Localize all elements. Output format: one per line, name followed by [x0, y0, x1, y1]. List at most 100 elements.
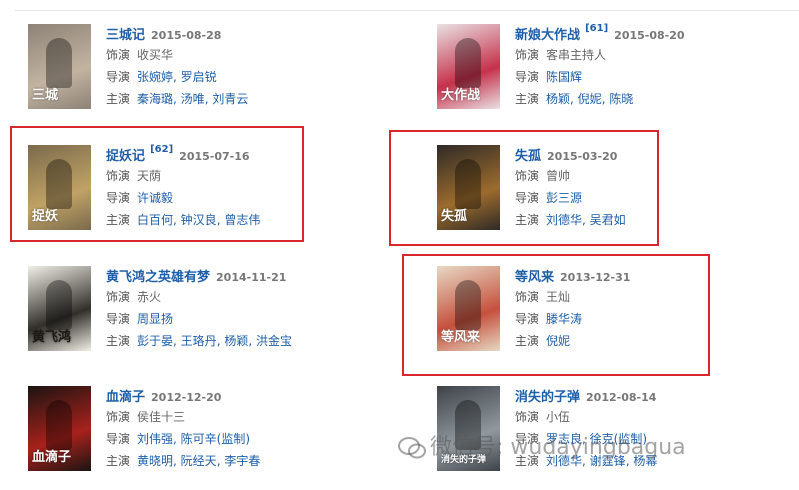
role-label: 饰演 [515, 410, 540, 424]
film-poster[interactable]: 大作战 [437, 24, 500, 109]
watermark-text: 微信号: wudayingbagua [430, 435, 686, 460]
role-label: 饰演 [515, 48, 540, 62]
poster-title-text: 大作战 [441, 88, 481, 103]
cast-label: 主演 [106, 92, 131, 106]
cast-link[interactable]: 洪金宝 [256, 334, 292, 348]
film-poster[interactable]: 黄飞鸿 [28, 266, 91, 351]
director-row: 导演 周显扬 [106, 308, 388, 330]
role-value: 小伍 [546, 410, 571, 424]
film-title-link[interactable]: 三城记 [106, 28, 145, 43]
role-label: 饰演 [106, 410, 131, 424]
film-title-link[interactable]: 黄飞鸿之英雄有梦 [106, 270, 210, 285]
poster-figure [455, 38, 481, 88]
film-poster[interactable]: 三城 [28, 24, 91, 109]
film-title-link[interactable]: 消失的子弹 [515, 390, 580, 405]
film-info: 血滴子 2012-12-20 饰演 侯佳十三 导演 刘伟强, 陈可辛(监制) 主演 黄晓明, … [106, 386, 388, 472]
watermark: 微信号: wudayingbagua [398, 430, 798, 466]
film-heading: 消失的子弹 2012-08-14 [515, 386, 797, 406]
cast-row: 主演 秦海璐, 汤唯, 刘青云 [106, 88, 388, 110]
director-link[interactable]: 张婉婷 [137, 70, 173, 84]
director-label: 导演 [106, 432, 131, 446]
poster-title-text: 黄飞鸿 [32, 330, 72, 345]
film-info: 新娘大作战 [61]2015-08-20 饰演 客串主持人 导演 陈国辉 主演 杨颖, 倪妮… [515, 23, 797, 110]
cast-label: 主演 [106, 454, 131, 468]
cast-link[interactable]: 王珞丹 [181, 334, 217, 348]
poster-title-text: 三城 [32, 88, 59, 103]
role-label: 饰演 [106, 290, 131, 304]
cast-row: 主演 彭于晏, 王珞丹, 杨颖, 洪金宝 [106, 330, 388, 352]
name-separator: , [173, 432, 181, 446]
role-row: 饰演 赤火 [106, 286, 388, 308]
poster-title-text: 血滴子 [32, 450, 72, 465]
cast-row: 主演 杨颖, 倪妮, 陈晓 [515, 88, 797, 110]
film-title-link[interactable]: 新娘大作战 [515, 28, 580, 43]
film-title-link[interactable]: 血滴子 [106, 390, 145, 405]
name-separator: , [173, 70, 181, 84]
poster-figure [46, 38, 72, 88]
film-entry: 大作战 新娘大作战 [61]2015-08-20 饰演 客串主持人 导演 陈国辉 主演 杨颖,… [437, 23, 797, 114]
cast-link[interactable]: 李宇春 [224, 454, 260, 468]
cast-link[interactable]: 秦海璐 [137, 92, 173, 106]
film-heading: 三城记 2015-08-28 [106, 24, 388, 44]
highlight-box [10, 126, 304, 242]
highlight-box [389, 130, 659, 246]
director-link[interactable]: 罗启锐 [181, 70, 217, 84]
director-link[interactable]: 刘伟强 [137, 432, 173, 446]
poster-figure [46, 400, 72, 450]
film-poster[interactable]: 血滴子 [28, 386, 91, 471]
film-info: 黄飞鸿之英雄有梦 2014-11-21 饰演 赤火 导演 周显扬 主演 彭于晏, 王珞丹, 杨… [106, 266, 388, 352]
role-value: 侯佳十三 [137, 410, 186, 424]
director-label: 导演 [106, 70, 131, 84]
name-separator: , [173, 454, 181, 468]
release-date: 2015-08-20 [614, 29, 685, 42]
director-label: 导演 [106, 312, 131, 326]
rating-badge[interactable]: [61] [585, 23, 608, 34]
film-entry: 三城 三城记 2015-08-28 饰演 收买华 导演 张婉婷, 罗启锐 主演 秦海璐, 汤唯,… [28, 24, 388, 114]
cast-link[interactable]: 汤唯 [181, 92, 205, 106]
role-label: 饰演 [106, 48, 131, 62]
film-heading: 黄飞鸿之英雄有梦 2014-11-21 [106, 266, 388, 286]
cast-link[interactable]: 杨颖 [546, 92, 570, 106]
role-row: 饰演 小伍 [515, 406, 797, 428]
film-entry: 血滴子 血滴子 2012-12-20 饰演 侯佳十三 导演 刘伟强, 陈可辛(监制) 主演 黄晓… [28, 386, 388, 476]
director-link[interactable]: 陈国辉 [546, 70, 582, 84]
director-row: 导演 陈国辉 [515, 66, 797, 88]
director-link[interactable]: 陈可辛(监制) [181, 432, 250, 446]
role-row: 饰演 侯佳十三 [106, 406, 388, 428]
role-row: 饰演 收买华 [106, 44, 388, 66]
name-separator: , [570, 92, 578, 106]
role-row: 饰演 客串主持人 [515, 44, 797, 66]
cast-label: 主演 [515, 92, 540, 106]
cast-link[interactable]: 阮经天 [181, 454, 217, 468]
director-row: 导演 张婉婷, 罗启锐 [106, 66, 388, 88]
film-entry: 黄飞鸿 黄飞鸿之英雄有梦 2014-11-21 饰演 赤火 导演 周显扬 主演 彭于晏, 王珞丹… [28, 266, 388, 356]
divider [15, 10, 799, 11]
cast-label: 主演 [106, 334, 131, 348]
name-separator: , [173, 92, 181, 106]
film-heading: 血滴子 2012-12-20 [106, 386, 388, 406]
film-info: 三城记 2015-08-28 饰演 收买华 导演 张婉婷, 罗启锐 主演 秦海璐, 汤唯, 刘… [106, 24, 388, 110]
cast-link[interactable]: 陈晓 [609, 92, 633, 106]
release-date: 2015-08-28 [151, 29, 222, 42]
release-date: 2012-12-20 [151, 391, 222, 404]
release-date: 2012-08-14 [586, 391, 657, 404]
cast-link[interactable]: 倪妮 [578, 92, 602, 106]
release-date: 2014-11-21 [216, 271, 287, 284]
role-value: 收买华 [137, 48, 174, 62]
role-value: 赤火 [137, 290, 162, 304]
cast-link[interactable]: 黄晓明 [137, 454, 173, 468]
cast-row: 主演 黄晓明, 阮经天, 李宇春 [106, 450, 388, 472]
cast-link[interactable]: 彭于晏 [137, 334, 173, 348]
role-value: 客串主持人 [546, 48, 607, 62]
director-label: 导演 [515, 70, 540, 84]
highlight-box [402, 254, 710, 376]
name-separator: , [173, 334, 181, 348]
director-link[interactable]: 周显扬 [137, 312, 173, 326]
cast-link[interactable]: 杨颖 [224, 334, 248, 348]
film-heading: 新娘大作战 [61] 2015-08-20 [515, 23, 797, 44]
name-separator: , [248, 334, 256, 348]
wechat-icon [398, 437, 426, 459]
director-row: 导演 刘伟强, 陈可辛(监制) [106, 428, 388, 450]
cast-link[interactable]: 刘青云 [212, 92, 248, 106]
poster-figure [46, 280, 72, 330]
